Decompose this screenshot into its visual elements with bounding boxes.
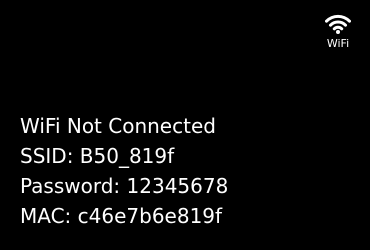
mac-address-text: MAC: c46e7b6e819f [20,204,223,228]
connection-status-title: WiFi Not Connected [20,114,216,138]
password-text: Password: 12345678 [20,174,229,198]
wifi-icon [325,14,351,34]
device-screen: WiFi WiFi Not Connected SSID: B50_819f P… [0,0,370,250]
wifi-label: WiFi [326,37,350,50]
ssid-text: SSID: B50_819f [20,144,175,168]
wifi-status-indicator: WiFi [316,14,360,50]
connection-info: WiFi Not Connected SSID: B50_819f Passwo… [20,111,228,231]
